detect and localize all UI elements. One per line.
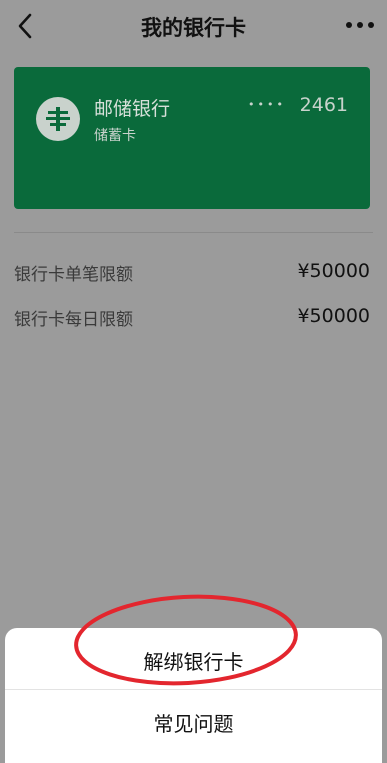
nav-bar: 我的银行卡 <box>0 0 387 54</box>
limit-value: ¥50000 <box>297 305 370 327</box>
faq-button[interactable]: 常见问题 <box>5 708 382 737</box>
page-title: 我的银行卡 <box>141 16 246 40</box>
card-type: 储蓄卡 <box>94 128 136 144</box>
sheet-divider <box>5 689 382 690</box>
card-last-four: 2461 <box>299 94 348 116</box>
divider <box>14 232 373 233</box>
limit-label: 银行卡单笔限额 <box>14 265 133 285</box>
limit-label: 银行卡每日限额 <box>14 310 133 330</box>
limit-value: ¥50000 <box>297 260 370 282</box>
more-icon[interactable] <box>345 18 375 32</box>
bank-name: 邮储银行 <box>94 98 171 120</box>
highlight-circle-annotation <box>74 594 298 686</box>
limit-row-daily: 银行卡每日限额 ¥50000 <box>14 305 370 331</box>
bank-card[interactable]: 邮储银行 储蓄卡 •••• 2461 <box>14 67 370 209</box>
card-number-mask: •••• <box>248 98 286 111</box>
bank-logo-icon <box>36 97 80 141</box>
limit-row-single: 银行卡单笔限额 ¥50000 <box>14 260 370 286</box>
